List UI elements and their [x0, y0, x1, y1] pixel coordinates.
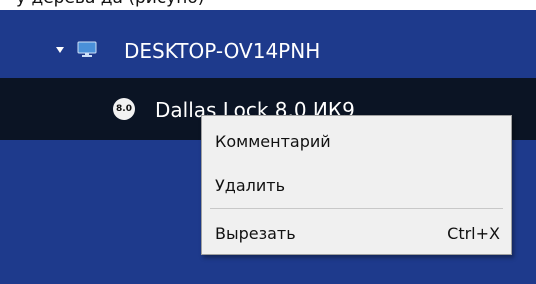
- menu-item-cut-shortcut: Ctrl+X: [447, 224, 500, 243]
- menu-item-delete-label: Удалить: [215, 176, 285, 195]
- menu-item-comment-label: Комментарий: [215, 132, 331, 151]
- top-cut-text: у дерева да (рисуно): [16, 0, 204, 8]
- menu-item-comment[interactable]: Комментарий: [203, 124, 510, 158]
- monitor-icon: [77, 41, 97, 57]
- computer-name-label: DESKTOP-OV14PNH: [124, 39, 321, 63]
- menu-item-cut[interactable]: Вырезать Ctrl+X: [203, 216, 510, 250]
- tree-node-computer[interactable]: DESKTOP-OV14PNH: [0, 22, 536, 84]
- menu-item-cut-label: Вырезать: [215, 224, 296, 243]
- menu-item-delete[interactable]: Удалить: [203, 168, 510, 202]
- top-text-strip: у дерева да (рисуно): [0, 0, 536, 10]
- version-badge-icon: 8.0: [113, 98, 135, 120]
- context-menu: Комментарий Удалить Вырезать Ctrl+X: [201, 115, 512, 255]
- expand-arrow-icon[interactable]: [56, 47, 64, 53]
- menu-separator: [210, 208, 503, 209]
